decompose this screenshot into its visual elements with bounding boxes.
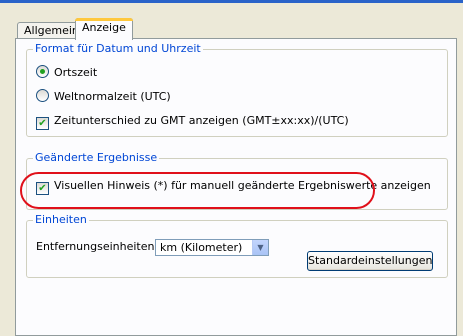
changed-results-group-title: Geänderte Ergebnisse (33, 151, 160, 165)
distance-units-select[interactable]: km (Kilometer) ▼ (155, 239, 269, 256)
radio-weltnormalzeit-label: Weltnormalzeit (UTC) (54, 90, 171, 103)
distance-units-value: km (Kilometer) (160, 241, 243, 254)
distance-units-label: Entfernungseinheiten: (36, 240, 159, 253)
units-group-title: Einheiten (33, 213, 89, 227)
defaults-button-label: Standardeinstellungen (308, 254, 433, 267)
settings-dialog: Allgemein Anzeige Format für Datum und U… (0, 3, 463, 336)
radio-weltnormalzeit[interactable]: Weltnormalzeit (UTC) (36, 89, 171, 105)
chevron-down-icon[interactable]: ▼ (252, 240, 268, 255)
checkbox-gmt-offset-label: Zeitunterschied zu GMT anzeigen (GMT±xx:… (54, 114, 349, 127)
tab-anzeige-label: Anzeige (82, 21, 126, 34)
radio-selected-icon (36, 65, 49, 78)
datetime-group: Format für Datum und Uhrzeit Ortszeit We… (26, 42, 448, 137)
checkmark-icon: ✔ (36, 117, 49, 130)
tab-anzeige[interactable]: Anzeige (75, 18, 133, 40)
checkbox-gmt-offset[interactable]: ✔ Zeitunterschied zu GMT anzeigen (GMT±xx… (36, 114, 349, 130)
radio-ortszeit-label: Ortszeit (54, 66, 98, 79)
tab-allgemein-label: Allgemein (24, 24, 79, 37)
radio-ortszeit[interactable]: Ortszeit (36, 65, 97, 81)
radio-unselected-icon (36, 89, 49, 102)
defaults-button[interactable]: Standardeinstellungen (307, 251, 433, 271)
red-highlight-ellipse (20, 172, 375, 209)
datetime-group-title: Format für Datum und Uhrzeit (33, 42, 203, 56)
